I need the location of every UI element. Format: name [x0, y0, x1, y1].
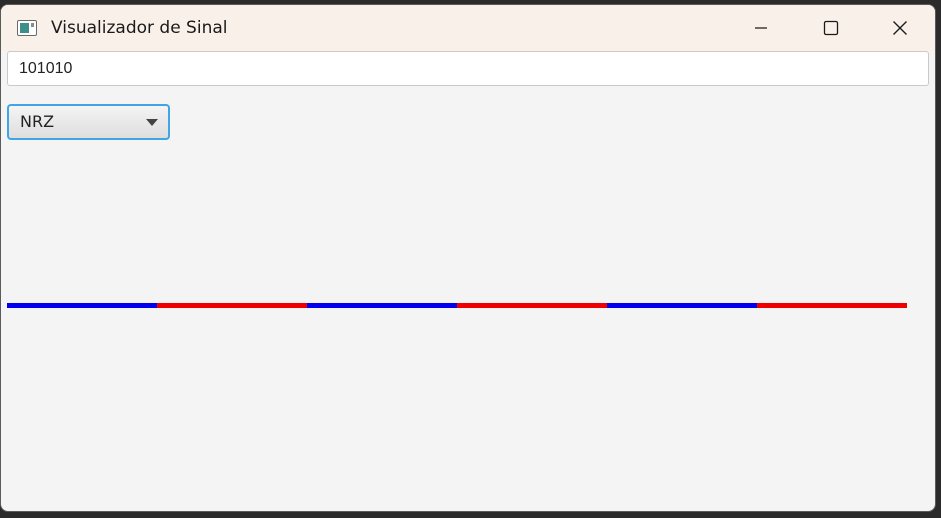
encoding-selected-label: NRZ — [20, 112, 55, 131]
signal-segment-one — [7, 303, 157, 308]
signal-segment-zero — [757, 303, 907, 308]
signal-segment-zero — [457, 303, 607, 308]
maximize-icon — [823, 20, 839, 36]
close-button[interactable] — [865, 5, 935, 51]
minimize-icon — [755, 27, 767, 29]
close-icon — [893, 21, 907, 35]
minimize-button[interactable] — [726, 5, 796, 51]
bits-input[interactable] — [7, 51, 929, 86]
app-window: Visualizador de Sinal NRZ — [0, 4, 936, 512]
title-bar[interactable]: Visualizador de Sinal — [1, 5, 935, 51]
encoding-dropdown[interactable]: NRZ — [7, 104, 170, 140]
window-title: Visualizador de Sinal — [51, 18, 228, 38]
app-window-icon — [17, 20, 37, 36]
maximize-button[interactable] — [796, 5, 866, 51]
chevron-down-icon — [146, 119, 158, 126]
signal-segment-one — [307, 303, 457, 308]
signal-plot — [7, 303, 907, 308]
signal-segment-one — [607, 303, 757, 308]
signal-segment-zero — [157, 303, 307, 308]
